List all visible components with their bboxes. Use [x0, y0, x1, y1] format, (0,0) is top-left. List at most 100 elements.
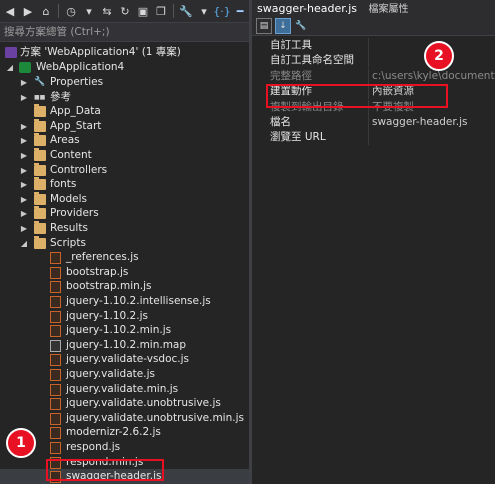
alphabetical-icon[interactable]: ↓: [275, 18, 291, 34]
tree-file-item[interactable]: jquery-1.10.2.min.map: [0, 338, 249, 353]
tree-item-label: jquery.validate-vsdoc.js: [66, 353, 190, 366]
tree-file-item[interactable]: bootstrap.min.js: [0, 279, 249, 294]
highlight-box-build-action: [266, 84, 448, 108]
tree-file-item[interactable]: jquery-1.10.2.min.js: [0, 323, 249, 338]
tree-folder-item[interactable]: ▶ Results: [0, 221, 249, 236]
property-divider: [368, 38, 369, 53]
chevron-down-icon[interactable]: ▾: [81, 3, 97, 19]
tree-folder-item[interactable]: ▶ Controllers: [0, 162, 249, 178]
wrench-icon[interactable]: 🔧: [294, 19, 308, 33]
property-row[interactable]: 完整路徑 c:\users\kyle\documents\v: [252, 68, 495, 84]
property-row[interactable]: 瀏覽至 URL: [252, 130, 495, 146]
properties-toolbar: ▤ ↓ 🔧: [252, 17, 495, 36]
property-row[interactable]: 檔名 swagger-header.js: [252, 115, 495, 130]
categorized-icon[interactable]: ▤: [256, 18, 272, 34]
tree-file-item[interactable]: jquery.validate.js: [0, 367, 249, 382]
map-file-icon: [50, 339, 61, 352]
chevron-down-icon[interactable]: ▾: [196, 3, 212, 19]
tree-file-item[interactable]: respond.js: [0, 440, 249, 455]
back-icon[interactable]: ◀: [2, 3, 18, 19]
highlight-box-selected-file: [46, 459, 164, 481]
tree-folder-item[interactable]: ▶ fonts: [0, 177, 249, 192]
js-file-icon: [50, 412, 61, 425]
show-all-files-icon[interactable]: ❐: [153, 3, 169, 19]
collapsed-arrow-icon[interactable]: ▶: [20, 133, 28, 148]
property-name: 瀏覽至 URL: [270, 131, 326, 144]
properties-wrench-icon[interactable]: 🔧: [178, 3, 194, 19]
folder-icon: [34, 206, 46, 220]
tree-file-item[interactable]: jquery.validate.unobtrusive.js: [0, 396, 249, 411]
property-row[interactable]: 自訂工具命名空間: [252, 53, 495, 69]
tree-folder-item[interactable]: ▶ ■■ 參考: [0, 90, 249, 105]
tree-file-item[interactable]: modernizr-2.6.2.js: [0, 425, 249, 440]
js-file-icon: [50, 383, 61, 396]
tree-folder-item[interactable]: ◢ Scripts: [0, 235, 249, 251]
tree-file-item[interactable]: jquery.validate-vsdoc.js: [0, 352, 249, 367]
properties-subtitle: 檔案屬性: [368, 4, 409, 15]
collapse-all-icon[interactable]: ▣: [135, 3, 151, 19]
property-divider: [368, 53, 369, 69]
tree-folder-item[interactable]: ▶ 🔧 Properties: [0, 75, 249, 90]
js-file-icon: [50, 398, 61, 411]
collapsed-arrow-icon[interactable]: ▶: [20, 221, 28, 236]
js-file-icon: [50, 354, 61, 367]
tree-file-item[interactable]: jquery-1.10.2.intellisense.js: [0, 294, 249, 309]
tree-item-label: jquery-1.10.2.min.map: [66, 338, 187, 351]
solution-node[interactable]: 方案 'WebApplication4' (1 專案): [0, 45, 249, 60]
preview-icon[interactable]: {·}: [213, 3, 231, 19]
tree-file-item[interactable]: _references.js: [0, 250, 249, 265]
tree-file-item[interactable]: jquery.validate.unobtrusive.min.js: [0, 411, 249, 426]
tree-folder-item[interactable]: ▶ Content: [0, 148, 249, 163]
tree-folder-item[interactable]: ▶ Providers: [0, 206, 249, 221]
folder-icon: [34, 235, 46, 249]
tree-item-label: Areas: [50, 134, 80, 147]
tree-item-label: jquery-1.10.2.min.js: [66, 324, 172, 337]
js-file-icon: [50, 296, 61, 308]
expanded-arrow-icon[interactable]: ◢: [20, 236, 28, 251]
folder-icon: [34, 221, 46, 234]
tree-item-label: Providers: [50, 207, 99, 220]
project-node[interactable]: ◢ WebApplication4: [0, 60, 249, 75]
minus-icon[interactable]: ━: [232, 3, 248, 19]
tree-file-item[interactable]: bootstrap.js: [0, 265, 249, 280]
property-value[interactable]: swagger-header.js: [372, 115, 495, 130]
collapsed-arrow-icon[interactable]: ▶: [20, 75, 28, 90]
tree-file-item[interactable]: jquery.validate.min.js: [0, 382, 249, 397]
tree-folder-item[interactable]: ▶ Models: [0, 191, 249, 207]
js-file-icon: [50, 310, 61, 323]
toolbar-separator: [173, 4, 174, 18]
property-name: 檔名: [270, 116, 291, 128]
properties-title-bar: swagger-header.js 檔案屬性: [252, 0, 495, 17]
collapsed-arrow-icon[interactable]: ▶: [20, 206, 28, 221]
expand-arrow-icon[interactable]: ◢: [6, 60, 14, 75]
solution-explorer-toolbar: ◀ ▶ ⌂ ◷ ▾ ⇆ ↻ ▣ ❐ 🔧 ▾ {·} ━: [0, 0, 249, 23]
collapsed-arrow-icon[interactable]: ▶: [20, 192, 28, 207]
refresh-icon[interactable]: ↻: [117, 3, 133, 19]
property-value[interactable]: c:\users\kyle\documents\v: [372, 69, 495, 84]
tree-file-item[interactable]: jquery-1.10.2.js: [0, 309, 249, 324]
folder-icon: [34, 148, 46, 161]
sync-icon[interactable]: ⇆: [99, 3, 115, 19]
collapsed-arrow-icon[interactable]: ▶: [20, 177, 28, 192]
forward-icon[interactable]: ▶: [20, 3, 36, 19]
project-label: WebApplication4: [36, 61, 125, 73]
search-input[interactable]: 搜尋方案總管 (Ctrl+;): [0, 23, 249, 42]
property-row[interactable]: 自訂工具: [252, 38, 495, 53]
collapsed-arrow-icon[interactable]: ▶: [20, 119, 28, 134]
tree-folder-item[interactable]: ▶ App_Start: [0, 118, 249, 134]
tree-item-label: jquery.validate.unobtrusive.min.js: [66, 411, 244, 424]
folder-icon: [34, 177, 46, 191]
web-project-icon: [19, 62, 31, 73]
history-icon[interactable]: ◷: [63, 3, 79, 19]
tree-folder-item[interactable]: ▶ Areas: [0, 133, 249, 148]
collapsed-arrow-icon[interactable]: ▶: [20, 163, 28, 178]
collapsed-arrow-icon[interactable]: ▶: [20, 148, 28, 163]
wrench-icon: 🔧: [34, 77, 46, 87]
tree-item-label: Results: [50, 222, 88, 234]
collapsed-arrow-icon[interactable]: ▶: [20, 90, 28, 105]
solution-icon: [5, 47, 17, 58]
tree-item-label: jquery.validate.js: [66, 368, 155, 380]
tree-folder-item[interactable]: App_Data: [0, 104, 249, 119]
home-icon[interactable]: ⌂: [38, 3, 54, 19]
folder-icon: [34, 162, 46, 176]
